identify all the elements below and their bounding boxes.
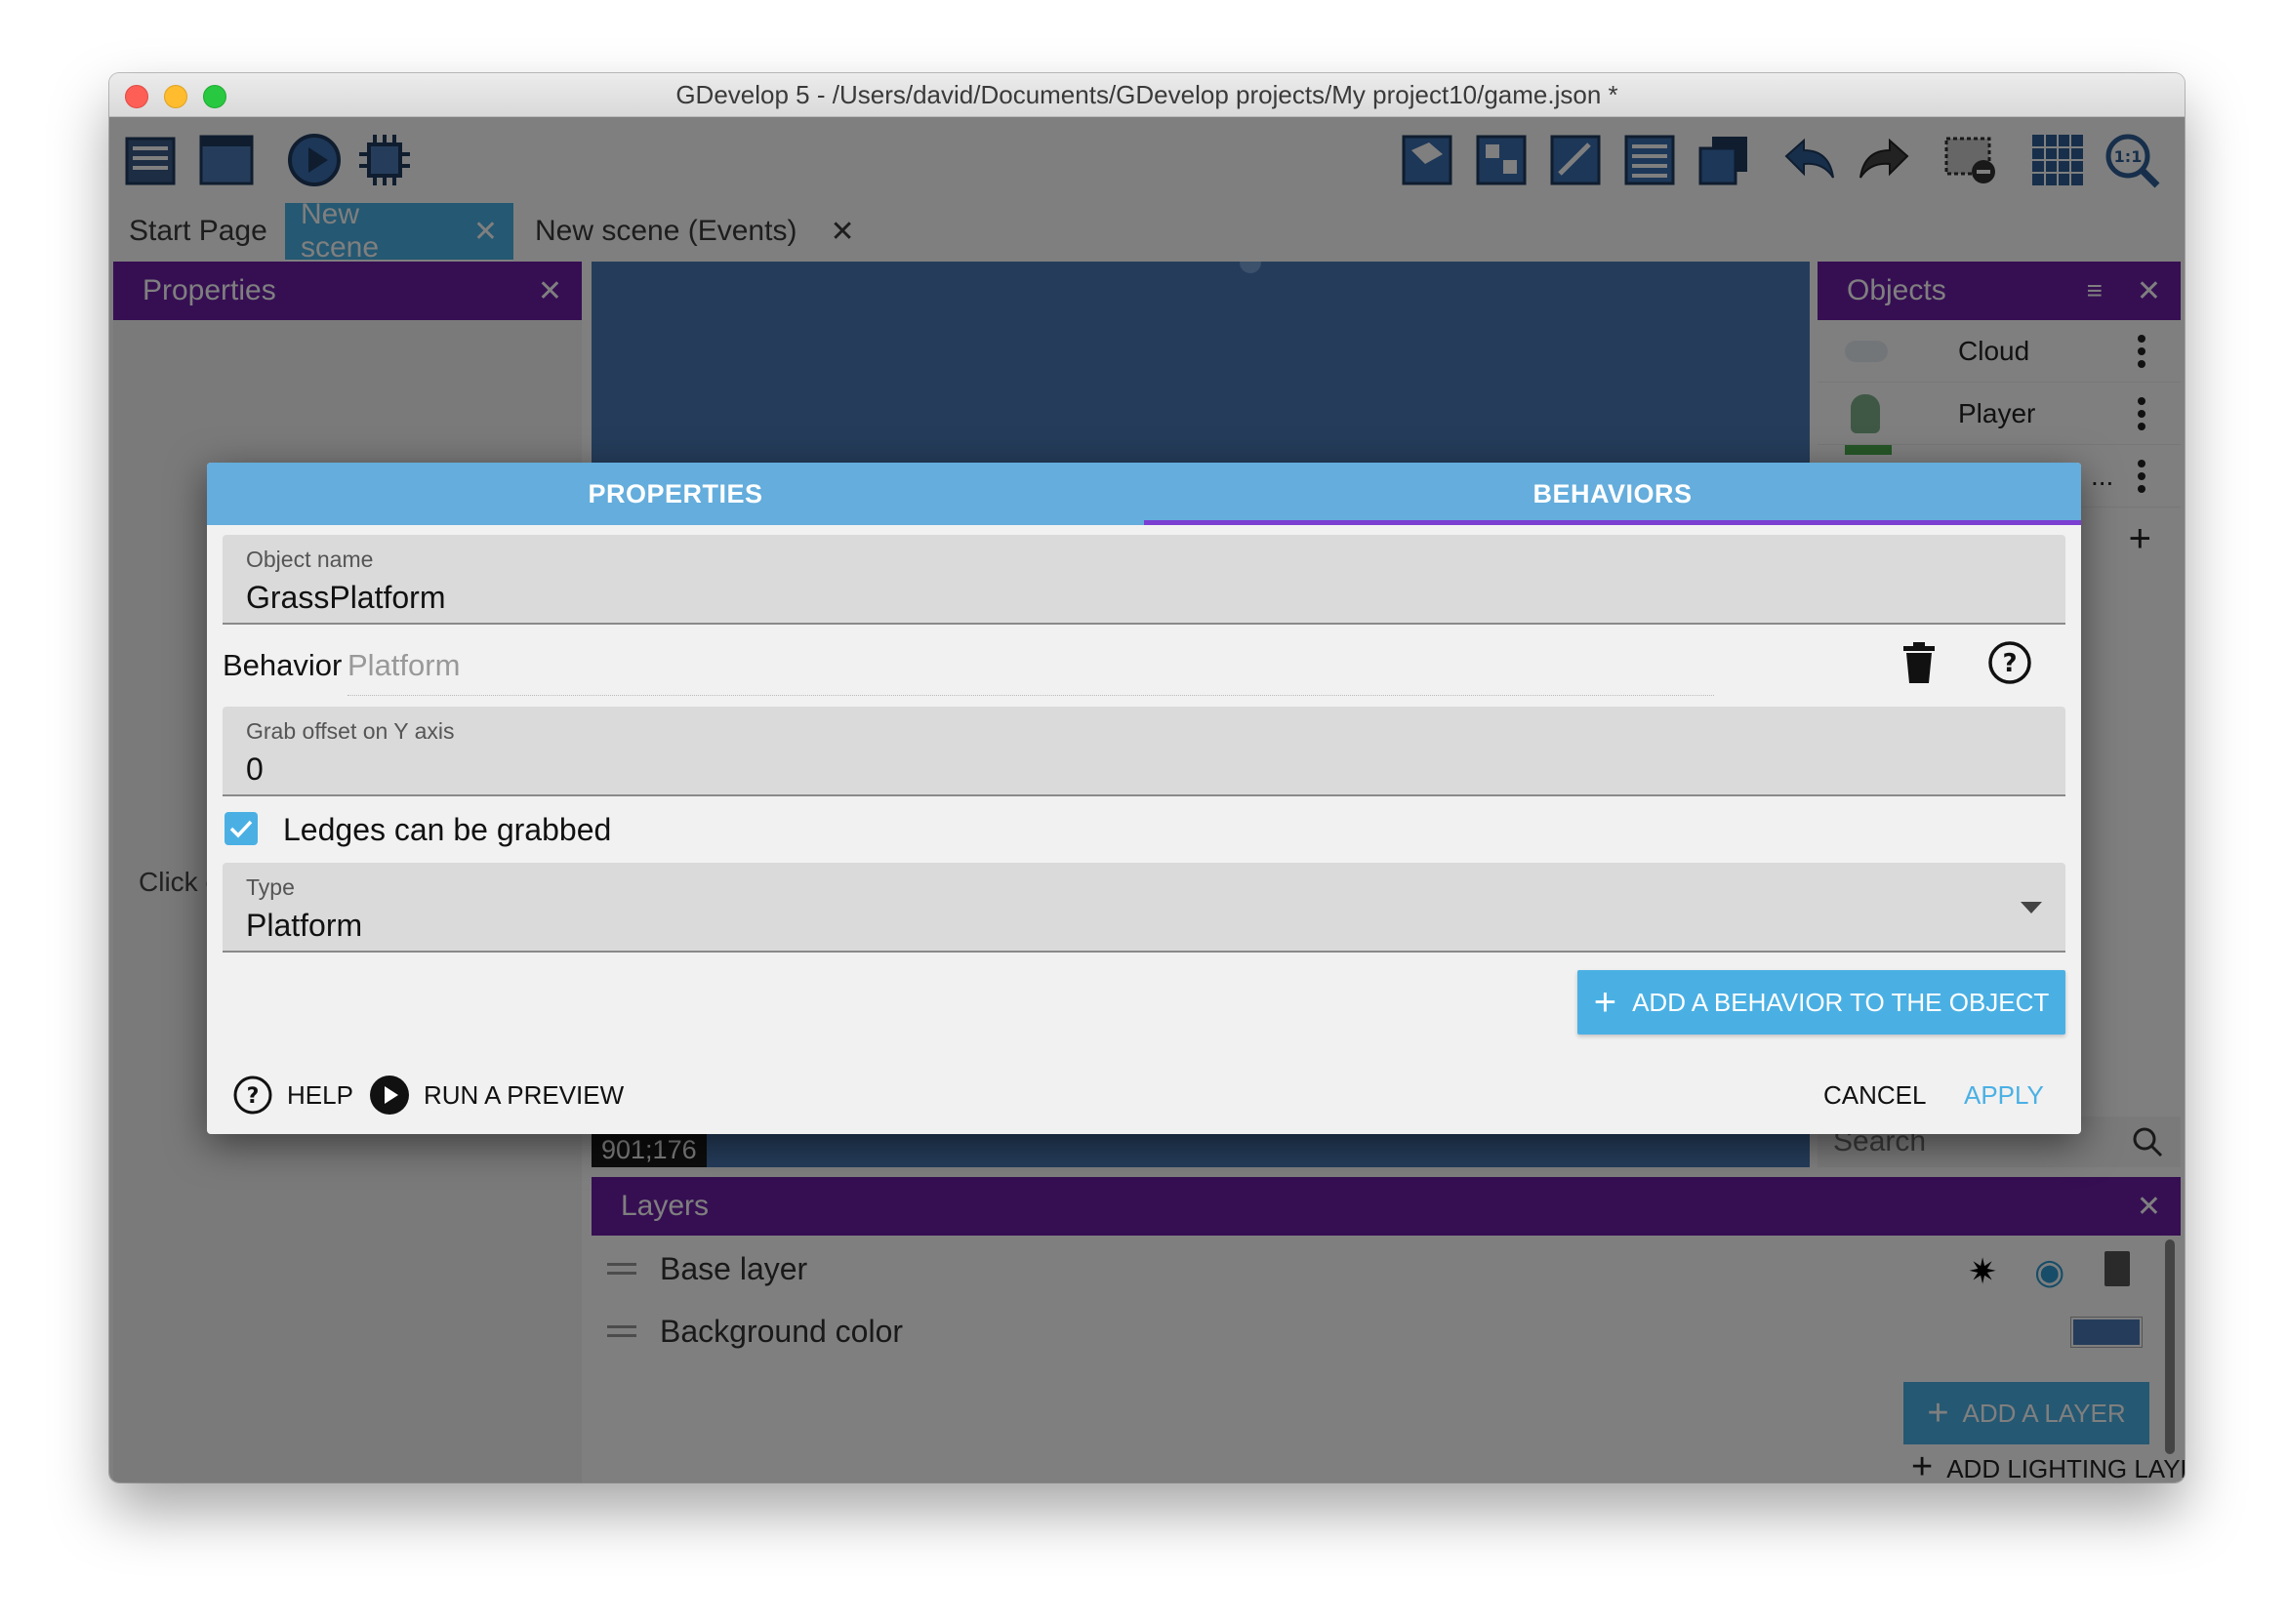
grab-offset-field[interactable]: Grab offset on Y axis 0 bbox=[223, 707, 2065, 796]
window-controls bbox=[125, 85, 226, 108]
apply-button[interactable]: APPLY bbox=[1964, 1068, 2044, 1122]
chevron-down-icon[interactable] bbox=[2021, 902, 2042, 914]
add-behavior-button[interactable]: + ADD A BEHAVIOR TO THE OBJECT bbox=[1577, 970, 2065, 1035]
help-icon: ? bbox=[233, 1076, 272, 1115]
type-select[interactable]: Type Platform bbox=[223, 863, 2065, 953]
help-button[interactable]: ? HELP bbox=[232, 1068, 353, 1122]
ledges-checkbox[interactable] bbox=[225, 812, 258, 845]
window-title: GDevelop 5 - /Users/david/Documents/GDev… bbox=[675, 79, 1618, 109]
checkmark-icon bbox=[229, 820, 253, 838]
close-window-button[interactable] bbox=[125, 85, 148, 108]
help-icon[interactable]: ? bbox=[1987, 640, 2032, 685]
cancel-button[interactable]: CANCEL bbox=[1823, 1068, 1926, 1122]
behavior-name-input[interactable]: Platform bbox=[347, 648, 460, 683]
title-bar: GDevelop 5 - /Users/david/Documents/GDev… bbox=[109, 73, 2185, 117]
behavior-label: Behavior bbox=[223, 648, 343, 682]
object-name-field[interactable]: Object name GrassPlatform bbox=[223, 535, 2065, 625]
delete-icon[interactable] bbox=[1901, 642, 1937, 685]
plus-icon: + bbox=[1593, 981, 1617, 1024]
minimize-window-button[interactable] bbox=[164, 85, 187, 108]
button-label: ADD A BEHAVIOR TO THE OBJECT bbox=[1632, 987, 2050, 1017]
run-preview-button[interactable]: RUN A PREVIEW bbox=[369, 1068, 624, 1122]
object-name-input[interactable]: GrassPlatform bbox=[246, 580, 445, 616]
field-label: Type bbox=[246, 874, 295, 900]
divider bbox=[347, 695, 1714, 696]
behavior-header: Behavior Platform ? bbox=[223, 632, 2065, 701]
object-editor-dialog: PROPERTIES BEHAVIORS Object name GrassPl… bbox=[207, 463, 2081, 1134]
button-label: HELP bbox=[287, 1079, 353, 1110]
type-value: Platform bbox=[246, 908, 363, 943]
play-icon bbox=[370, 1076, 409, 1115]
button-label: APPLY bbox=[1964, 1079, 2044, 1110]
dialog-tabs: PROPERTIES BEHAVIORS bbox=[207, 463, 2081, 525]
grab-offset-input[interactable]: 0 bbox=[246, 751, 264, 788]
svg-text:?: ? bbox=[247, 1084, 260, 1109]
tab-properties[interactable]: PROPERTIES bbox=[207, 463, 1144, 525]
field-label: Object name bbox=[246, 547, 374, 572]
active-tab-indicator bbox=[1144, 520, 2081, 525]
tab-behaviors[interactable]: BEHAVIORS bbox=[1144, 463, 2081, 525]
button-label: RUN A PREVIEW bbox=[424, 1079, 625, 1110]
ledges-label: Ledges can be grabbed bbox=[283, 812, 612, 847]
zoom-window-button[interactable] bbox=[203, 85, 226, 108]
field-label: Grab offset on Y axis bbox=[246, 718, 455, 744]
svg-text:?: ? bbox=[2002, 649, 2017, 678]
button-label: CANCEL bbox=[1823, 1079, 1927, 1110]
